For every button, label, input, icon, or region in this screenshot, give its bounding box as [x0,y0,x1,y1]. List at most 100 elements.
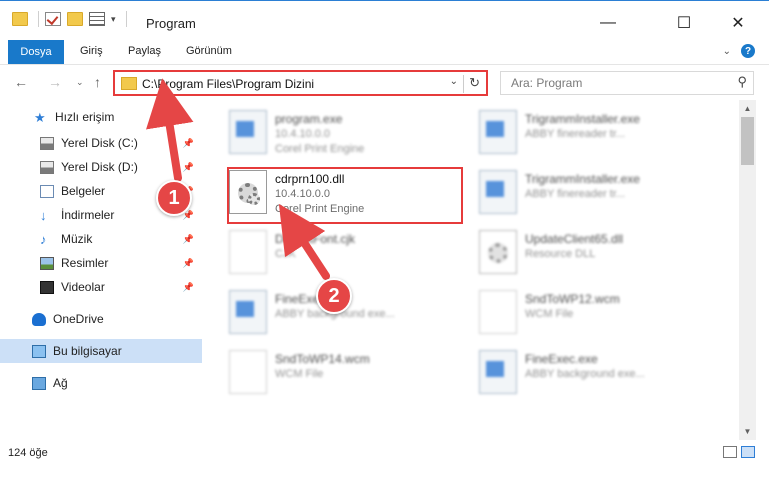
pictures-icon [40,256,54,270]
file-description: Resource DLL [525,248,596,260]
file-name: SndToWP14.wcm [275,352,370,366]
file-description: ABBY background exe... [525,368,645,380]
folder-icon [121,77,137,90]
properties-icon[interactable] [89,12,105,26]
help-icon[interactable]: ? [741,44,755,58]
back-arrow-icon[interactable]: ← [14,74,28,90]
tab-home[interactable]: Giriş [80,45,103,57]
tab-file[interactable]: Dosya [8,40,64,64]
step-1-marker: 1 [156,180,192,216]
sidebar-item-quick-access[interactable]: ★ Hızlı erişim [0,105,202,129]
minimize-button[interactable]: — [585,7,631,39]
forward-arrow-icon[interactable]: → [48,74,62,90]
search-icon[interactable]: ⚲ [737,74,747,90]
title-bar: ▾ Program — ☐ ✕ [0,0,769,44]
scroll-down-arrow-icon[interactable]: ▼ [739,423,756,440]
videos-icon [40,280,54,294]
tiles-view-icon[interactable] [741,446,755,458]
exe-file-icon [229,110,267,154]
file-item[interactable]: SndToWP14.wcm WCM File [203,344,453,402]
file-name: TrigrammInstaller.exe [525,112,640,126]
sidebar-item-pictures[interactable]: Resimler 📌 [0,251,202,275]
folder-icon[interactable] [12,12,28,26]
file-description: ABBY finereader tr... [525,188,626,200]
up-arrow-icon[interactable]: ↑ [94,74,101,90]
onedrive-icon [32,312,46,326]
tab-view[interactable]: Görünüm [186,45,232,57]
sidebar-item-label: Hızlı erişim [55,110,115,124]
file-description: WCM File [525,308,574,320]
close-button[interactable]: ✕ [715,7,761,39]
gear-icon [488,243,508,263]
quick-access-toolbar: ▾ [12,11,127,27]
download-icon: ↓ [40,207,47,223]
file-item[interactable]: DefaultFont.cjk CJK [203,224,453,282]
pin-icon[interactable]: 📌 [183,258,194,269]
sidebar-item-label: Yerel Disk (C:) [61,136,138,150]
scrollbar-thumb[interactable] [741,117,754,165]
ribbon: Dosya Giriş Paylaş Görünüm ⌄ ? [0,40,769,64]
vertical-scrollbar[interactable]: ▲ ▼ [739,100,756,440]
file-description: Corel Print Engine [275,143,365,155]
sidebar-item-local-disk-d[interactable]: Yerel Disk (D:) 📌 [0,155,202,179]
exe-file-icon [479,350,517,394]
sidebar-item-this-pc[interactable]: Bu bilgisayar [0,339,202,363]
customize-toolbar-chevron-icon[interactable]: ▾ [111,14,116,25]
sidebar-item-music[interactable]: ♪ Müzik 📌 [0,227,202,251]
documents-icon [40,184,54,198]
file-description: CJK [275,248,296,260]
sidebar-item-label: Videolar [61,280,105,294]
maximize-button[interactable]: ☐ [661,7,707,39]
close-icon: ✕ [731,15,745,32]
pin-icon[interactable]: 📌 [183,138,194,149]
view-switcher [723,446,755,458]
properties-check-icon[interactable] [45,12,61,26]
file-name: program.exe [275,112,343,126]
address-path[interactable]: C:\Program Files\Program Dizini [142,77,314,91]
file-item[interactable]: UpdateClient65.dll Resource DLL [453,224,703,282]
sidebar-item-videos[interactable]: Videolar 📌 [0,275,202,299]
ribbon-controls: ⌄ ? [723,44,755,58]
file-item[interactable]: TrigrammInstaller.exe ABBY finereader tr… [453,164,703,222]
exe-file-icon [479,170,517,214]
window-title: Program [146,16,196,31]
scroll-up-arrow-icon[interactable]: ▲ [739,100,756,117]
status-bar: 124 öğe [0,440,769,479]
details-view-icon[interactable] [723,446,737,458]
sidebar-item-network[interactable]: Ağ [0,371,202,395]
recent-locations-chevron-icon[interactable]: ⌄ [76,77,84,88]
search-box[interactable]: Ara: Program ⚲ [500,71,754,95]
file-item[interactable]: program.exe 10.4.10.0.0 Corel Print Engi… [203,104,453,162]
file-name: UpdateClient65.dll [525,232,624,246]
sidebar-item-label: OneDrive [53,312,104,326]
disk-icon [40,160,54,174]
document-file-icon [229,350,267,394]
divider [38,11,39,27]
navigation-bar: ← → ⌄ ↑ C:\Program Files\Program Dizini … [0,64,769,100]
address-bar[interactable]: C:\Program Files\Program Dizini ⌄ ↻ [113,70,488,96]
document-file-icon [229,230,267,274]
network-icon [32,376,46,390]
search-input[interactable]: Ara: Program [511,76,582,90]
sidebar-item-onedrive[interactable]: OneDrive [0,307,202,331]
pin-icon[interactable]: 📌 [183,282,194,293]
file-item[interactable]: TrigrammInstaller.exe ABBY finereader tr… [453,104,703,162]
file-item[interactable]: SndToWP12.wcm WCM File [453,284,703,342]
sidebar-item-local-disk-c[interactable]: Yerel Disk (C:) 📌 [0,131,202,155]
pin-icon[interactable]: 📌 [183,162,194,173]
sidebar-item-label: Resimler [61,256,109,270]
exe-file-icon [229,290,267,334]
file-name: SndToWP12.wcm [525,292,620,306]
expand-ribbon-chevron-icon[interactable]: ⌄ [723,46,731,57]
sidebar-item-label: Müzik [61,232,93,246]
file-highlight-box [227,167,463,224]
tab-share[interactable]: Paylaş [128,45,161,57]
pin-icon[interactable]: 📌 [183,234,194,245]
file-item[interactable]: FineExec.exe ABBY background exe... [453,344,703,402]
minimize-icon: — [600,14,616,31]
new-folder-icon[interactable] [67,12,83,26]
navigation-pane: ★ Hızlı erişim Yerel Disk (C:) 📌 Yerel D… [0,100,202,440]
file-version: 10.4.10.0.0 [275,128,331,140]
address-dropdown-chevron-icon[interactable]: ⌄ [450,76,458,87]
refresh-icon[interactable]: ↻ [463,75,480,93]
